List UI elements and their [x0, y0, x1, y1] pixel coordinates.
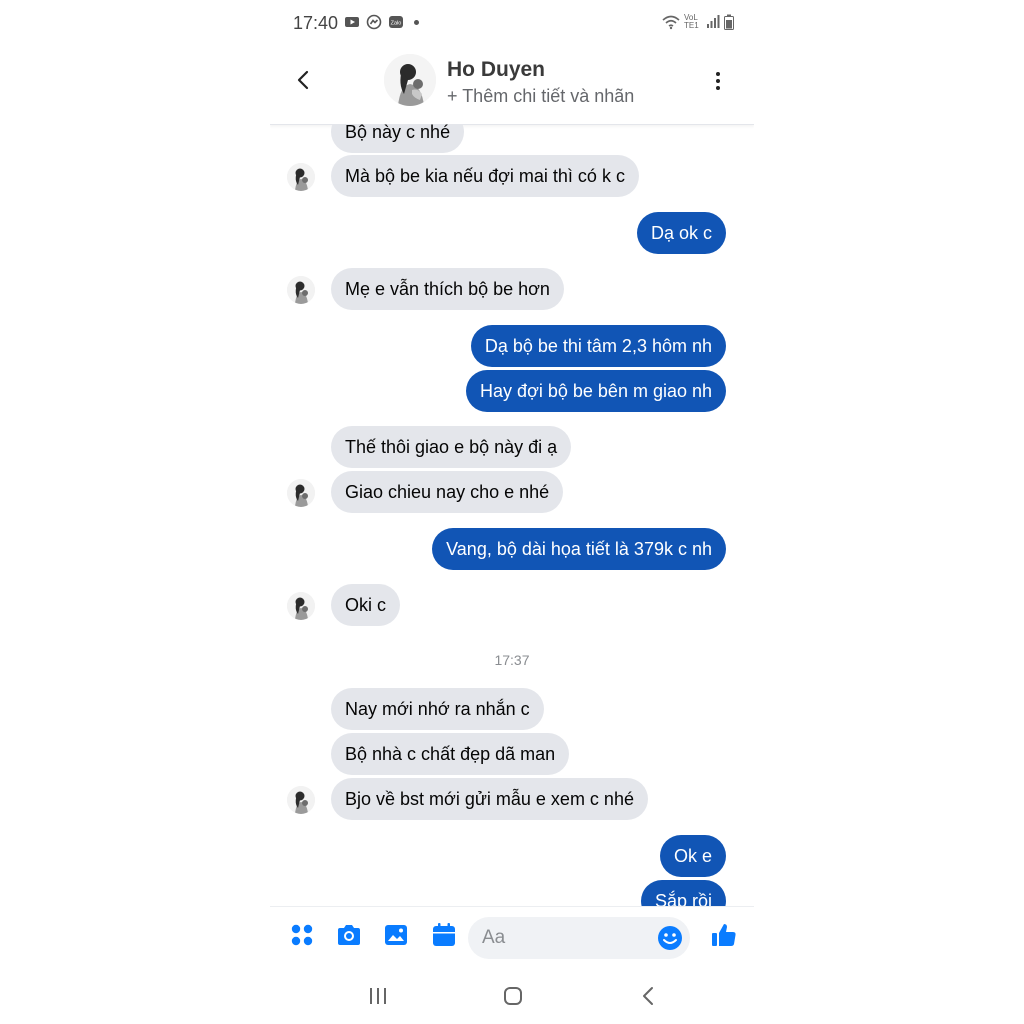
outgoing-message[interactable]: Hay đợi bộ be bên m giao nh: [466, 370, 726, 412]
system-nav-bar: [270, 968, 754, 1024]
incoming-message[interactable]: Mà bộ be kia nếu đợi mai thì có k c: [331, 155, 639, 197]
calendar-icon[interactable]: [430, 921, 458, 949]
add-details-link[interactable]: + Thêm chi tiết và nhãn: [447, 86, 634, 107]
message-composer: [270, 906, 754, 969]
status-bar: 17:40 Zalo VoLTE1: [270, 0, 754, 46]
sender-avatar: [287, 479, 315, 507]
home-icon[interactable]: [501, 984, 525, 1008]
status-time: 17:40: [293, 13, 339, 33]
more-options-button[interactable]: [714, 70, 722, 92]
wifi-icon: [662, 15, 680, 30]
contact-photo: [384, 54, 436, 106]
sender-avatar: [287, 786, 315, 814]
incoming-message[interactable]: Giao chieu nay cho e nhé: [331, 471, 564, 513]
emoji-icon[interactable]: [656, 924, 684, 952]
outgoing-message[interactable]: Ok e: [659, 835, 726, 877]
back-nav-icon[interactable]: [637, 984, 661, 1008]
sender-avatar: [287, 163, 315, 191]
contact-avatar[interactable]: [384, 54, 436, 106]
incoming-message[interactable]: Mẹ e vẫn thích bộ be hơn: [331, 268, 564, 310]
battery-icon: [724, 14, 734, 30]
outgoing-message[interactable]: Sắp rồi: [640, 880, 726, 906]
incoming-message[interactable]: Bộ nhà c chất đẹp dã man: [331, 733, 570, 775]
back-button[interactable]: [294, 68, 314, 92]
incoming-message[interactable]: Oki c: [331, 584, 401, 626]
message-list[interactable]: Bộ này c nhé Mà bộ be kia nếu đợi mai th…: [270, 124, 754, 906]
system-icons: VoLTE1: [662, 14, 734, 30]
more-notifications-dot: [414, 19, 419, 25]
zalo-icon: Zalo: [389, 16, 403, 28]
volte-icon: VoLTE1: [684, 13, 699, 30]
youtube-icon: [345, 17, 359, 27]
message-timestamp: 17:37: [494, 652, 530, 668]
outgoing-message[interactable]: Vang, bộ dài họa tiết là 379k c nh: [432, 528, 726, 570]
thumbs-up-icon[interactable]: [710, 921, 738, 949]
image-icon[interactable]: [382, 921, 410, 949]
incoming-message[interactable]: Bjo về bst mới gửi mẫu e xem c nhé: [331, 778, 648, 820]
phone-screen: 17:40 Zalo VoLTE1 Ho Duyen + Thêm chi ti…: [270, 0, 754, 1024]
incoming-message[interactable]: Thế thôi giao e bộ này đi ạ: [331, 426, 572, 468]
sender-avatar: [287, 592, 315, 620]
signal-icon: [707, 15, 720, 28]
incoming-message[interactable]: Nay mới nhớ ra nhắn c: [331, 688, 544, 730]
camera-icon[interactable]: [335, 921, 363, 949]
sender-avatar: [287, 276, 315, 304]
outgoing-message[interactable]: Dạ bộ be thi tâm 2,3 hôm nh: [470, 325, 726, 367]
messenger-icon: [366, 14, 382, 30]
incoming-message[interactable]: Bộ này c nhé: [331, 124, 465, 153]
apps-icon[interactable]: [288, 921, 316, 949]
contact-name[interactable]: Ho Duyen: [447, 58, 545, 82]
outgoing-message[interactable]: Dạ ok c: [636, 212, 726, 254]
recent-apps-icon[interactable]: [366, 984, 390, 1008]
svg-text:Zalo: Zalo: [391, 21, 402, 27]
chat-header: Ho Duyen + Thêm chi tiết và nhãn: [270, 46, 754, 125]
notification-icons: Zalo: [344, 14, 419, 30]
